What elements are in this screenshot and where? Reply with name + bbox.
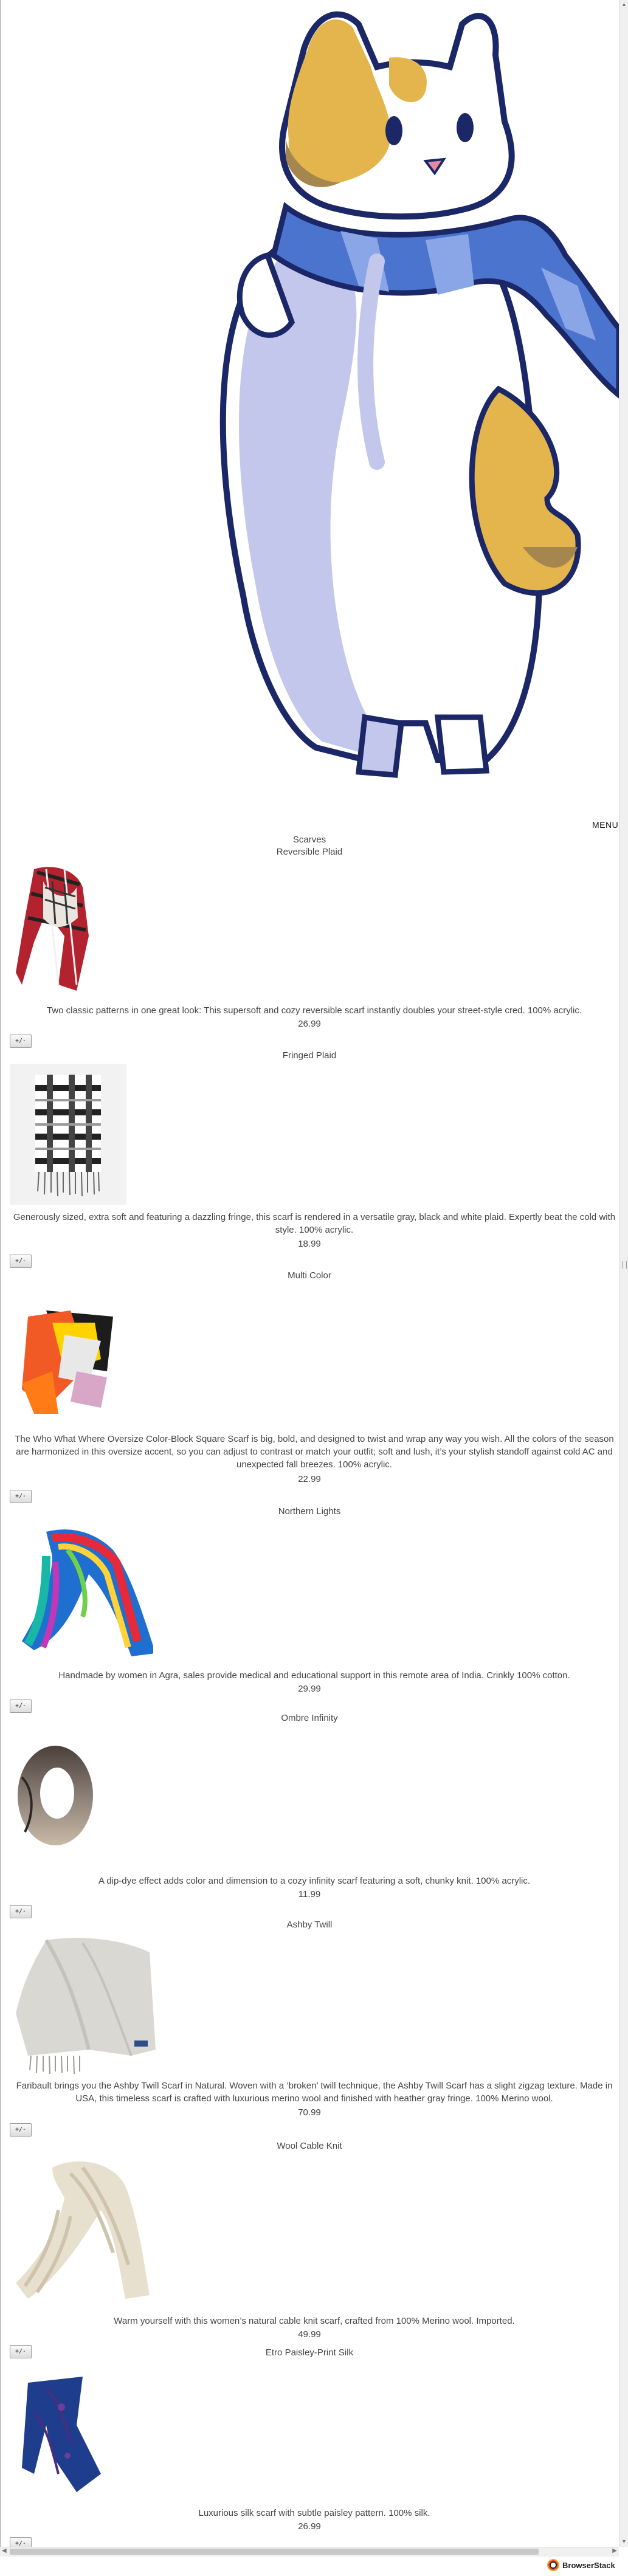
product-name: Ombre Infinity [281, 1713, 338, 1723]
product-item: Northern Lights Handmade by women in Agr… [0, 1506, 619, 1714]
add-to-cart-button[interactable]: +/- [10, 1700, 32, 1713]
page-header: Scarves Reversible Plaid [0, 834, 619, 858]
horizontal-scroll-thumb[interactable] [10, 2549, 539, 2555]
vertical-scrollbar[interactable]: ▲ ▼ [619, 0, 628, 2547]
product-price: 26.99 [298, 2521, 321, 2532]
scroll-right-arrow-icon[interactable]: ▶ [612, 2547, 617, 2554]
scroll-thumb-grip[interactable] [622, 1261, 627, 1269]
product-name: Northern Lights [278, 1506, 341, 1517]
product-image-fringed-plaid[interactable] [10, 1064, 126, 1205]
product-item: Wool Cable Knit Warm yourself with this … [0, 2141, 619, 2358]
product-item: Fringed Plaid Generously sized, extra so… [0, 1050, 619, 1275]
product-image-ombre-infinity[interactable] [10, 1735, 101, 1856]
product-image-wool-cable-knit[interactable] [10, 2155, 156, 2305]
product-item: Ashby Twill Faribault brings you the Ash… [0, 1920, 619, 2147]
scroll-left-arrow-icon[interactable]: ◀ [2, 2547, 7, 2554]
product-description: A dip-dye effect adds color and dimensio… [98, 1876, 531, 1886]
cat-mascot-image [219, 11, 619, 778]
product-name: Ashby Twill [286, 1920, 333, 1930]
product-description: Two classic patterns in one great look: … [46, 1005, 582, 1016]
product-price: 29.99 [298, 1684, 321, 1694]
product-price: 22.99 [298, 1474, 321, 1484]
product-description: Faribault brings you the Ashby Twill Sca… [16, 2081, 613, 2104]
add-to-cart-button[interactable]: +/- [10, 1490, 32, 1503]
menu-button[interactable]: MENU [592, 820, 618, 830]
product-description: The Who What Where Oversize Color-Block … [15, 1434, 614, 1470]
add-to-cart-button[interactable]: +/- [10, 1035, 32, 1048]
product-name: Fringed Plaid [282, 1050, 337, 1061]
add-to-cart-button[interactable]: +/- [10, 1905, 32, 1918]
product-image-northern-lights[interactable] [10, 1520, 156, 1663]
product-item: Multi Color The Who What Where Oversize … [0, 1270, 619, 1511]
product-price: 49.99 [298, 2329, 321, 2340]
top-nav: MENU [0, 818, 619, 835]
product-description: Warm yourself with this women’s natural … [114, 2316, 515, 2326]
browserstack-badge: BrowserStack [547, 2556, 615, 2574]
product-item: Ombre Infinity A dip-dye effect adds col… [0, 1713, 619, 1921]
product-name: Wool Cable Knit [277, 2141, 342, 2151]
product-name: Multi Color [288, 1270, 331, 1281]
product-description: Luxurious silk scarf with subtle paisley… [198, 2508, 430, 2518]
product-price: 18.99 [298, 1239, 321, 1249]
product-price: 11.99 [298, 1889, 321, 1899]
product-name: Etro Paisley-Print Silk [265, 2347, 354, 2358]
hero-mascot-illustration [0, 0, 619, 802]
first-product-title: Reversible Plaid [276, 847, 343, 857]
product-image-multi-color[interactable] [10, 1298, 119, 1417]
add-to-cart-button[interactable]: +/- [10, 1255, 32, 1268]
product-price: 26.99 [298, 1019, 321, 1029]
browserstack-label: BrowserStack [562, 2560, 615, 2570]
product-image-etro-paisley-silk[interactable] [10, 2371, 119, 2492]
horizontal-scrollbar[interactable]: ◀ ▶ [0, 2547, 619, 2557]
product-description: Handmade by women in Agra, sales provide… [58, 1670, 570, 1681]
product-price: 70.99 [298, 2107, 321, 2118]
scroll-up-arrow-icon[interactable]: ▲ [621, 1, 627, 7]
product-image-reversible-plaid[interactable] [10, 863, 101, 997]
category-title: Scarves [292, 835, 326, 845]
add-to-cart-button[interactable]: +/- [10, 2123, 32, 2137]
browserstack-logo-icon [547, 2559, 559, 2571]
product-description: Generously sized, extra soft and featuri… [13, 1212, 616, 1235]
scroll-down-arrow-icon[interactable]: ▼ [621, 2538, 627, 2544]
product-item: Two classic patterns in one great look: … [0, 863, 619, 1055]
product-item: Etro Paisley-Print Silk Luxurious silk s… [0, 2347, 619, 2550]
product-image-ashby-twill[interactable] [10, 1934, 159, 2078]
